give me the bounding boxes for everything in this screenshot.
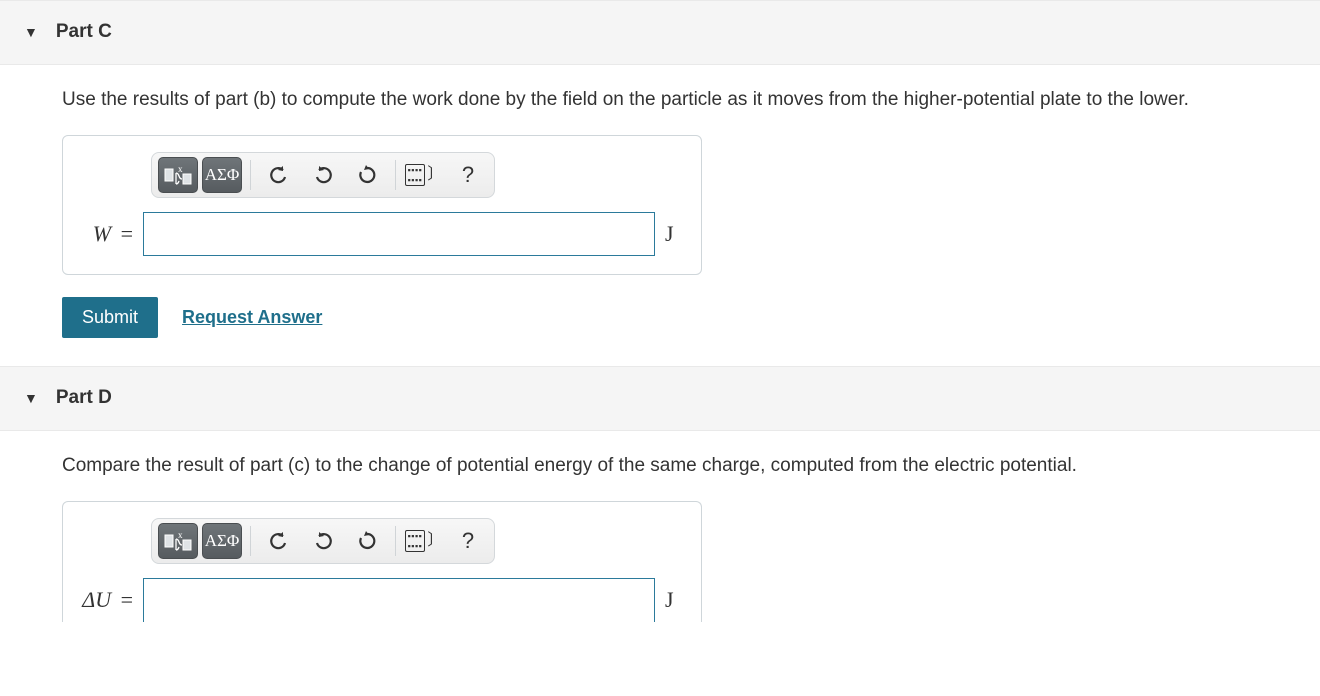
equation-row: W = J — [79, 212, 685, 256]
answer-input[interactable] — [143, 578, 655, 622]
toolbar-separator — [395, 526, 396, 556]
template-picker-button[interactable]: x — [158, 523, 198, 559]
part-body: Use the results of part (b) to compute t… — [0, 65, 1320, 367]
collapse-caret-icon: ▼ — [24, 389, 38, 409]
part-title: Part D — [56, 385, 112, 412]
reset-button[interactable] — [347, 523, 387, 559]
reset-button[interactable] — [347, 157, 387, 193]
answer-panel: x ΑΣΦ ▪▪▪▪▪▪▪▪ 〕 ? W — [62, 135, 702, 275]
variable-label: ΔU = — [79, 585, 133, 616]
request-answer-link[interactable]: Request Answer — [182, 305, 322, 330]
undo-button[interactable] — [259, 157, 299, 193]
equation-toolbar: x ΑΣΦ ▪▪▪▪▪▪▪▪ 〕 ? — [151, 152, 495, 198]
redo-button[interactable] — [303, 157, 343, 193]
toolbar-separator — [395, 160, 396, 190]
unit-label: J — [665, 219, 685, 250]
keyboard-button[interactable]: ▪▪▪▪▪▪▪▪ 〕 — [404, 523, 444, 559]
greek-letters-button[interactable]: ΑΣΦ — [202, 157, 242, 193]
part-header[interactable]: ▼ Part D — [0, 366, 1320, 431]
undo-button[interactable] — [259, 523, 299, 559]
submit-button[interactable]: Submit — [62, 297, 158, 338]
answer-panel: x ΑΣΦ ▪▪▪▪▪▪▪▪ 〕 ? Δ — [62, 501, 702, 622]
part-title: Part C — [56, 19, 112, 46]
keyboard-icon: ▪▪▪▪▪▪▪▪ — [405, 164, 426, 186]
part-body: Compare the result of part (c) to the ch… — [0, 431, 1320, 623]
part-header[interactable]: ▼ Part C — [0, 0, 1320, 65]
template-picker-button[interactable]: x — [158, 157, 198, 193]
keyboard-button[interactable]: ▪▪▪▪▪▪▪▪ 〕 — [404, 157, 444, 193]
question-text: Use the results of part (b) to compute t… — [62, 87, 1280, 114]
answer-input[interactable] — [143, 212, 655, 256]
greek-letters-button[interactable]: ΑΣΦ — [202, 523, 242, 559]
unit-label: J — [665, 585, 685, 616]
collapse-caret-icon: ▼ — [24, 23, 38, 43]
redo-button[interactable] — [303, 523, 343, 559]
toolbar-separator — [250, 160, 251, 190]
variable-label: W = — [79, 219, 133, 250]
equation-row: ΔU = J — [79, 578, 685, 622]
keyboard-icon: ▪▪▪▪▪▪▪▪ — [405, 530, 426, 552]
equation-toolbar: x ΑΣΦ ▪▪▪▪▪▪▪▪ 〕 ? — [151, 518, 495, 564]
svg-text:x: x — [178, 164, 183, 174]
toolbar-separator — [250, 526, 251, 556]
help-button[interactable]: ? — [448, 523, 488, 559]
actions-row: Submit Request Answer — [62, 297, 1280, 338]
svg-text:x: x — [178, 530, 183, 540]
help-button[interactable]: ? — [448, 157, 488, 193]
question-text: Compare the result of part (c) to the ch… — [62, 453, 1280, 480]
